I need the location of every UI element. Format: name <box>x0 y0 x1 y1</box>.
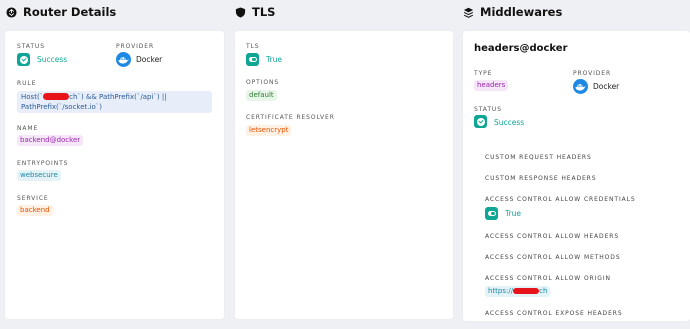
tls-card: TLS True OPTIONS default CERTIFICATE RES… <box>235 31 453 319</box>
shield-icon <box>235 6 246 18</box>
tls-title: TLS <box>252 5 276 19</box>
allow-credentials-value: True <box>505 209 521 218</box>
middleware-title: headers@docker <box>474 43 568 54</box>
rule-line1-end: ch`) && PathPrefix(`/api`) || <box>69 93 167 101</box>
type-badge: headers <box>474 80 509 91</box>
allow-origin-badge: https:// ch <box>485 286 551 297</box>
layers-icon <box>463 7 474 18</box>
redacted-origin <box>513 288 540 294</box>
router-details-header: Router Details <box>6 5 116 19</box>
type-label: TYPE <box>474 70 493 77</box>
status-label: STATUS <box>17 43 45 50</box>
certificate-resolver-badge: letsencrypt <box>246 125 292 136</box>
provider-label: PROVIDER <box>116 43 155 50</box>
entrypoints-label: ENTRYPOINTS <box>17 160 69 167</box>
rule-label: RULE <box>17 80 37 87</box>
name-badge: backend@docker <box>17 135 84 146</box>
rule-value: Host(` ch`) && PathPrefix(`/api`) || Path… <box>17 91 212 113</box>
toggle-icon <box>246 53 259 66</box>
service-badge[interactable]: backend <box>17 205 53 216</box>
router-icon <box>6 6 17 18</box>
router-details-title: Router Details <box>23 5 117 19</box>
options-label: OPTIONS <box>246 79 280 86</box>
allow-origin-prefix: https:// <box>488 287 514 295</box>
success-icon <box>17 53 30 66</box>
allow-credentials-label: ACCESS CONTROL ALLOW CREDENTIALS <box>485 196 636 203</box>
tls-value: True <box>266 55 282 64</box>
mw-status-label: STATUS <box>474 106 502 113</box>
allow-origin-label: ACCESS CONTROL ALLOW ORIGIN <box>485 275 611 282</box>
expose-headers-label: ACCESS CONTROL EXPOSE HEADERS <box>485 310 623 317</box>
toggle-icon <box>485 207 498 220</box>
mw-provider-value: Docker <box>593 82 620 91</box>
service-label: SERVICE <box>17 195 49 202</box>
mw-status-value: Success <box>494 118 525 127</box>
middlewares-title: Middlewares <box>480 5 563 19</box>
status-value: Success <box>37 55 68 64</box>
rule-line2: PathPrefix(`/socket.io`) <box>21 102 102 111</box>
middlewares-header: Middlewares <box>463 5 562 19</box>
router-details-card: STATUS Success PROVIDER Docker RULE Host… <box>5 31 224 319</box>
custom-response-headers-label: CUSTOM RESPONSE HEADERS <box>485 175 597 182</box>
redacted-hostname <box>43 93 70 100</box>
success-icon <box>474 115 487 128</box>
options-badge: default <box>246 90 277 101</box>
docker-icon <box>573 79 588 94</box>
certificate-resolver-label: CERTIFICATE RESOLVER <box>246 114 335 121</box>
mw-provider-label: PROVIDER <box>573 70 612 77</box>
tls-label: TLS <box>246 43 260 50</box>
allow-headers-label: ACCESS CONTROL ALLOW HEADERS <box>485 233 620 240</box>
custom-request-headers-label: CUSTOM REQUEST HEADERS <box>485 154 592 161</box>
entrypoint-badge[interactable]: websecure <box>17 170 61 181</box>
tls-header: TLS <box>235 5 275 19</box>
name-label: NAME <box>17 125 39 132</box>
docker-icon <box>116 52 131 67</box>
rule-line1-start: Host(` <box>21 93 44 101</box>
allow-origin-suffix: ch <box>539 287 548 295</box>
middleware-card: headers@docker TYPE headers PROVIDER Doc… <box>463 31 690 321</box>
provider-value: Docker <box>136 55 163 64</box>
allow-methods-label: ACCESS CONTROL ALLOW METHODS <box>485 254 621 261</box>
